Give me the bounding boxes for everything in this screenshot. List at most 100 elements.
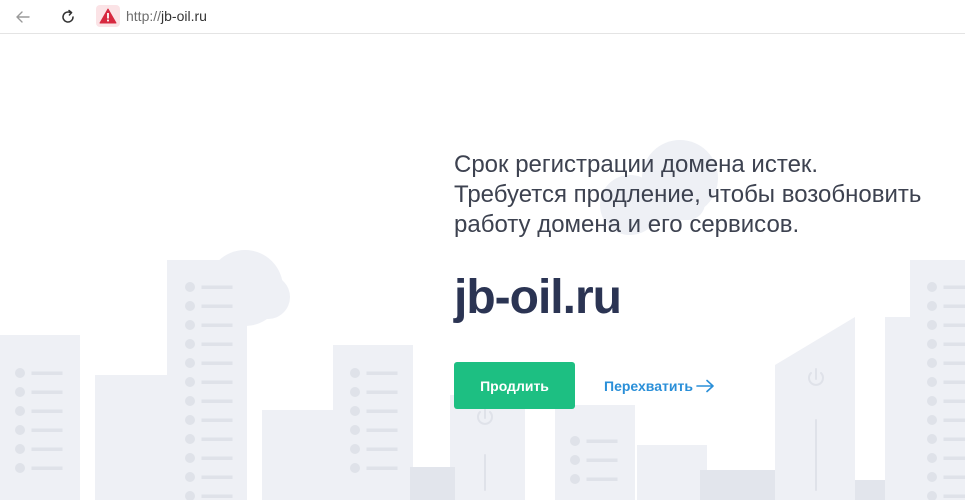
window-line-shape xyxy=(201,456,233,460)
window-line-shape xyxy=(31,466,63,470)
window-light-shape xyxy=(927,396,937,406)
window-line-shape xyxy=(366,409,398,413)
window-line-shape xyxy=(943,399,965,403)
window-light-shape xyxy=(15,368,25,378)
window-line-shape xyxy=(943,380,965,384)
window-line-shape xyxy=(366,466,398,470)
message-line-2: Требуется продление, чтобы возобновить xyxy=(454,181,922,208)
window-light-shape xyxy=(927,434,937,444)
window-line-shape xyxy=(586,477,618,481)
window-line-shape xyxy=(366,447,398,451)
window-line-shape xyxy=(201,437,233,441)
window-line-shape xyxy=(31,371,63,375)
window-line-shape xyxy=(201,475,233,479)
window-light-shape xyxy=(927,301,937,311)
window-line-shape xyxy=(201,304,233,308)
building-shape xyxy=(333,345,413,500)
building-shape xyxy=(910,260,965,500)
reload-icon xyxy=(62,9,74,23)
window-line-shape xyxy=(201,361,233,365)
window-light-shape xyxy=(350,463,360,473)
window-line-shape xyxy=(31,447,63,451)
window-light-shape xyxy=(185,377,195,387)
building-shape xyxy=(637,445,707,500)
url-scheme: http:// xyxy=(126,8,162,24)
expired-message-text: Срок регистрации домена истек. Требуется… xyxy=(454,150,954,240)
building-shape xyxy=(450,395,525,500)
warning-triangle-icon xyxy=(99,8,117,24)
message-line-3: работу домена и его сервисов. xyxy=(454,211,800,238)
window-line-shape xyxy=(943,342,965,346)
window-line-shape xyxy=(201,494,233,498)
window-light-shape xyxy=(927,472,937,482)
window-line-shape xyxy=(31,428,63,432)
window-line-shape xyxy=(943,475,965,479)
arrow-right-icon xyxy=(696,379,716,393)
message-line-1: Срок регистрации домена истек. xyxy=(454,151,819,178)
window-light-shape xyxy=(185,301,195,311)
window-light-shape xyxy=(927,358,937,368)
window-line-shape xyxy=(943,285,965,289)
window-line-shape xyxy=(31,390,63,394)
building-shape xyxy=(555,405,635,500)
reload-button[interactable] xyxy=(55,4,81,30)
window-line-shape xyxy=(201,342,233,346)
window-light-shape xyxy=(185,453,195,463)
window-light-shape xyxy=(927,339,937,349)
window-light-shape xyxy=(927,377,937,387)
intercept-link[interactable]: Перехватить xyxy=(604,376,716,396)
window-light-shape xyxy=(185,434,195,444)
window-line-shape xyxy=(943,456,965,460)
window-line-shape xyxy=(201,418,233,422)
window-line-shape xyxy=(943,304,965,308)
window-light-shape xyxy=(15,387,25,397)
building-shape xyxy=(262,410,337,500)
window-light-shape xyxy=(927,453,937,463)
browser-toolbar: http://jb-oil.ru xyxy=(0,0,965,34)
security-warning-button[interactable] xyxy=(96,5,120,27)
window-line-shape xyxy=(586,439,618,443)
window-light-shape xyxy=(927,491,937,500)
renew-button[interactable]: Продлить xyxy=(454,362,575,409)
window-light-shape xyxy=(570,455,580,465)
window-light-shape xyxy=(350,368,360,378)
window-light-shape xyxy=(570,436,580,446)
address-bar[interactable]: http://jb-oil.ru xyxy=(126,7,207,25)
window-light-shape xyxy=(350,387,360,397)
window-light-shape xyxy=(185,339,195,349)
window-line-shape xyxy=(943,323,965,327)
window-light-shape xyxy=(185,320,195,330)
arrow-left-icon xyxy=(16,11,30,23)
window-light-shape xyxy=(185,415,195,425)
window-line-shape xyxy=(943,361,965,365)
window-line-shape xyxy=(943,494,965,498)
expired-message: Срок регистрации домена истек. Требуется… xyxy=(454,150,954,240)
building-shape xyxy=(0,335,80,500)
window-line-shape xyxy=(586,458,618,462)
window-light-shape xyxy=(570,474,580,484)
window-light-shape xyxy=(15,463,25,473)
window-light-shape xyxy=(927,282,937,292)
intercept-label: Перехватить xyxy=(604,378,693,394)
window-light-shape xyxy=(185,472,195,482)
url-host: jb-oil.ru xyxy=(161,8,207,24)
window-line-shape xyxy=(201,285,233,289)
window-light-shape xyxy=(185,491,195,500)
window-light-shape xyxy=(350,444,360,454)
window-light-shape xyxy=(185,396,195,406)
window-light-shape xyxy=(15,444,25,454)
domain-title: jb-oil.ru xyxy=(454,271,622,324)
window-line-shape xyxy=(943,437,965,441)
window-line-shape xyxy=(366,428,398,432)
back-button[interactable] xyxy=(10,4,36,30)
window-line-shape xyxy=(366,371,398,375)
building-shape xyxy=(95,375,170,500)
window-light-shape xyxy=(15,406,25,416)
window-line-shape xyxy=(201,380,233,384)
window-light-shape xyxy=(350,406,360,416)
window-light-shape xyxy=(927,320,937,330)
window-line-shape xyxy=(366,390,398,394)
window-light-shape xyxy=(185,358,195,368)
window-line-shape xyxy=(943,418,965,422)
window-light-shape xyxy=(350,425,360,435)
